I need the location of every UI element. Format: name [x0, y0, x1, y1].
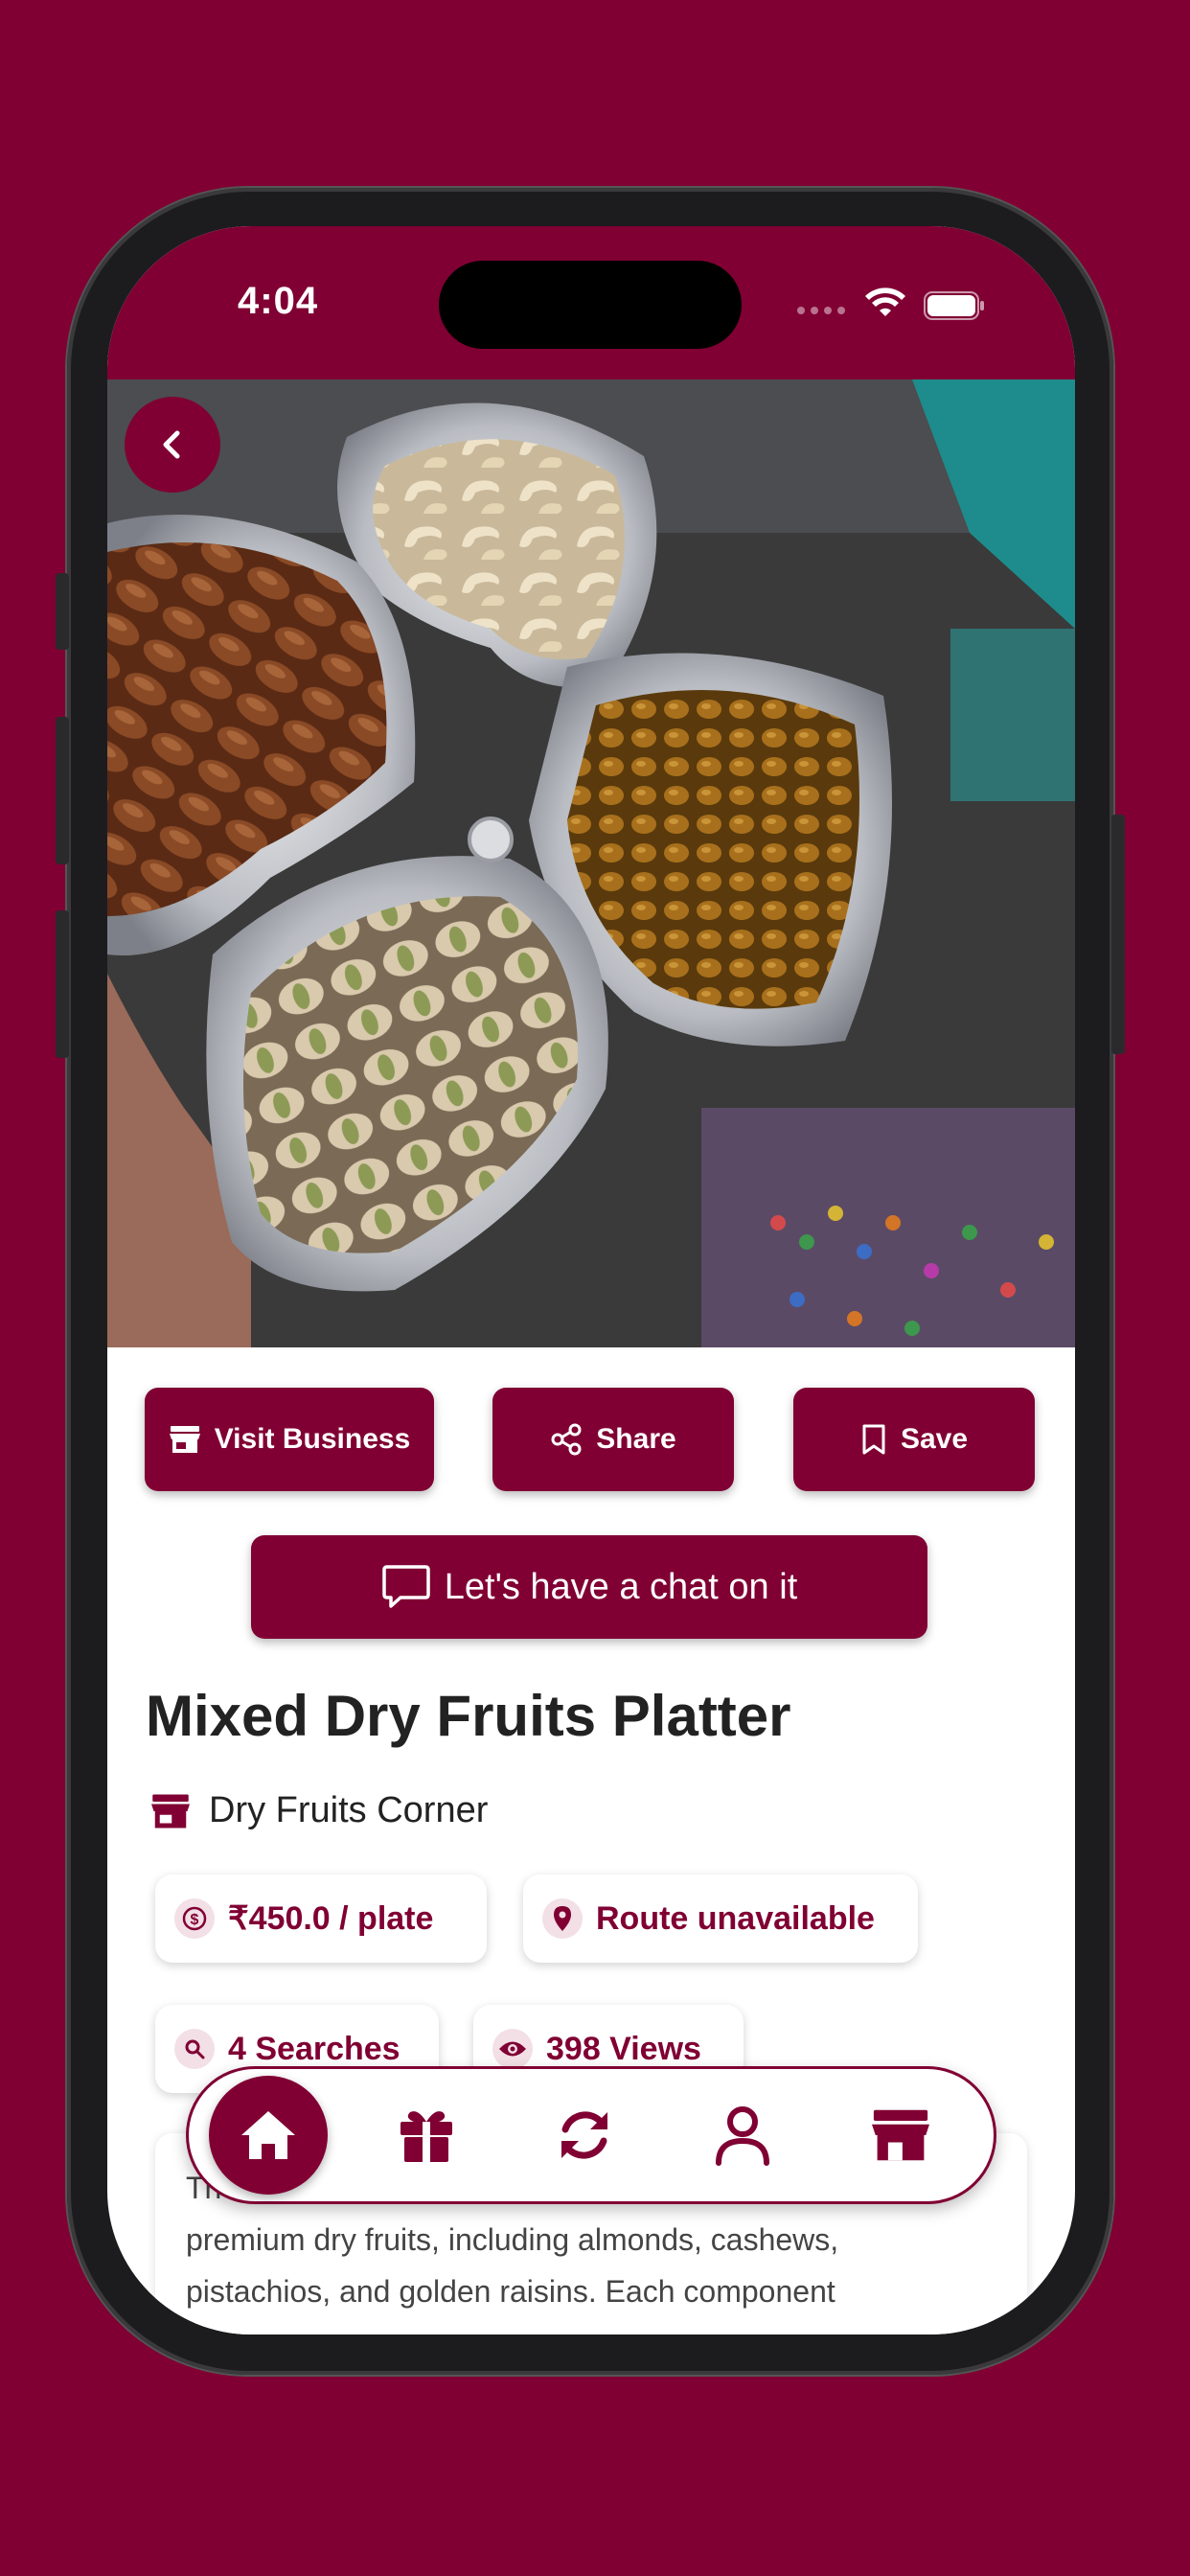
visit-business-label: Visit Business — [214, 1423, 411, 1455]
product-photo — [107, 380, 1075, 1347]
nav-store[interactable] — [821, 2073, 979, 2197]
nav-profile[interactable] — [663, 2073, 821, 2197]
nav-refresh[interactable] — [505, 2073, 663, 2197]
bottom-navigation — [186, 2066, 996, 2204]
location-pin-icon — [542, 1898, 583, 1939]
home-icon — [240, 2111, 295, 2159]
battery-icon — [924, 291, 984, 320]
side-button-volume-up — [56, 717, 69, 864]
chat-label: Let's have a chat on it — [444, 1566, 798, 1607]
nav-home-active-indicator — [208, 2076, 328, 2195]
gift-icon — [400, 2111, 452, 2162]
side-button-volume-down — [56, 910, 69, 1058]
price-text: ₹450.0 / plate — [228, 1900, 434, 1937]
product-title: Mixed Dry Fruits Platter — [146, 1684, 791, 1748]
status-time: 4:04 — [238, 280, 319, 322]
share-icon — [551, 1423, 582, 1456]
route-chip[interactable]: Route unavailable — [523, 1874, 918, 1963]
store-icon — [151, 1794, 190, 1828]
profile-icon — [715, 2106, 769, 2166]
business-link[interactable]: Dry Fruits Corner — [149, 1790, 488, 1831]
description-line: pistachios, and golden raisins. Each com… — [186, 2274, 835, 2309]
description-line: premium dry fruits, including almonds, c… — [186, 2222, 839, 2257]
bookmark-icon — [862, 1424, 885, 1455]
route-text: Route unavailable — [596, 1899, 875, 1937]
refresh-icon — [561, 2111, 607, 2159]
back-button[interactable] — [125, 397, 220, 493]
dynamic-island — [439, 261, 742, 349]
dollar-circle-icon: $ — [174, 1898, 215, 1939]
views-text: 398 Views — [546, 2030, 701, 2067]
nav-gifts[interactable] — [347, 2073, 505, 2197]
save-button[interactable]: Save — [793, 1388, 1035, 1491]
side-button-action — [56, 573, 69, 650]
chat-button[interactable]: Let's have a chat on it — [251, 1535, 927, 1639]
cellular-signal-icon — [797, 307, 845, 314]
nav-home[interactable] — [189, 2073, 347, 2197]
business-name: Dry Fruits Corner — [209, 1790, 489, 1830]
price-chip: $ ₹450.0 / plate — [155, 1874, 487, 1963]
store-icon — [169, 1426, 200, 1453]
searches-text: 4 Searches — [228, 2030, 400, 2067]
share-label: Share — [596, 1423, 676, 1455]
side-button-power — [1111, 815, 1125, 1054]
eye-icon — [492, 2029, 533, 2069]
status-bar: 4:04 — [107, 226, 1075, 380]
store-icon — [871, 2109, 929, 2161]
save-label: Save — [900, 1423, 969, 1455]
visit-business-button[interactable]: Visit Business — [145, 1388, 434, 1491]
svg-text:$: $ — [191, 1912, 199, 1928]
chat-bubble-icon — [382, 1565, 430, 1608]
search-icon — [174, 2029, 215, 2069]
chevron-left-icon — [163, 430, 180, 459]
phone-screen: 4:04 Visit Business Share Save Let's hav… — [107, 226, 1075, 2334]
dry-fruits-platter-photo-icon — [107, 380, 1075, 1347]
wifi-icon — [865, 288, 905, 316]
share-button[interactable]: Share — [492, 1388, 734, 1491]
